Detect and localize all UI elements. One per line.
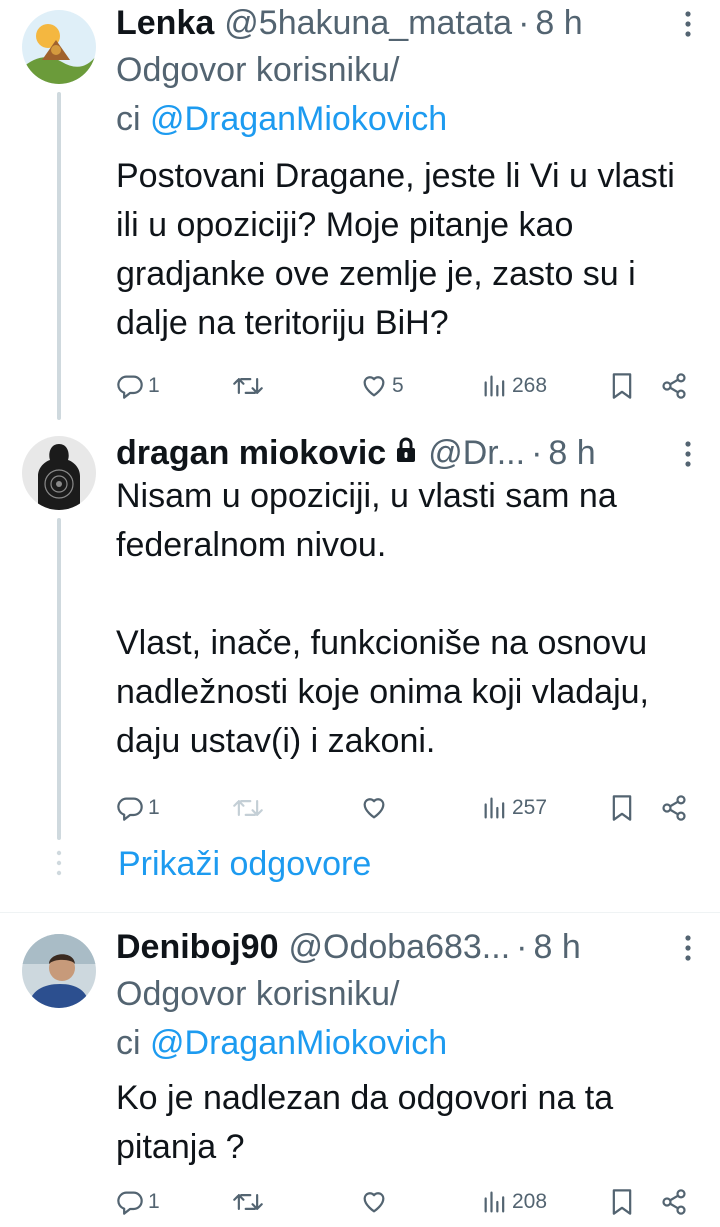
timestamp[interactable]: 8 h bbox=[548, 434, 595, 473]
views-button[interactable]: 268 bbox=[482, 368, 547, 404]
views-button[interactable]: 257 bbox=[482, 790, 547, 826]
divider bbox=[0, 912, 720, 913]
share-button[interactable] bbox=[660, 368, 688, 404]
retweet-button[interactable] bbox=[232, 790, 264, 826]
views-button[interactable]: 208 bbox=[482, 1184, 547, 1220]
share-icon bbox=[662, 373, 686, 399]
retweet-button[interactable] bbox=[232, 1184, 264, 1220]
replying-label: Odgovor korisniku/ bbox=[116, 975, 400, 1013]
like-icon bbox=[363, 1192, 385, 1213]
views-count: 257 bbox=[512, 796, 548, 819]
tweet-paragraph: Vlast, inače, funkcioniše na osnovu nadl… bbox=[116, 624, 649, 760]
avatar[interactable] bbox=[22, 436, 96, 510]
bookmark-icon bbox=[612, 373, 632, 399]
tweet-dragan[interactable]: dragan miokovic @Dr... · 8 h Nisam u opo… bbox=[0, 430, 720, 840]
bookmark-button[interactable] bbox=[610, 368, 634, 404]
tweet-deniboj[interactable]: Deniboj90 @Odoba683... · 8 h Odgovor kor… bbox=[0, 924, 720, 1227]
replying-to: Odgovor korisniku/ ci @DraganMiokovich bbox=[116, 970, 536, 1068]
more-icon[interactable] bbox=[684, 932, 692, 971]
replying-to: Odgovor korisniku/ ci @DraganMiokovich bbox=[116, 46, 536, 144]
views-icon bbox=[484, 375, 505, 397]
tweet-text: Nisam u opoziciji, u vlasti sam na feder… bbox=[116, 472, 706, 766]
share-button[interactable] bbox=[660, 790, 688, 826]
tweet-text: Postovani Dragane, jeste li Vi u vlasti … bbox=[116, 157, 675, 342]
like-button[interactable] bbox=[360, 790, 392, 826]
replying-label-2: ci bbox=[116, 100, 150, 138]
views-icon bbox=[484, 1191, 505, 1213]
tweet-lenka[interactable]: Lenka @5hakuna_matata · 8 h Odgovor kori… bbox=[0, 0, 720, 420]
replying-label-2: ci bbox=[116, 1024, 150, 1062]
author-name[interactable]: Lenka bbox=[116, 4, 214, 43]
reply-button[interactable]: 1 bbox=[116, 368, 160, 404]
reply-button[interactable]: 1 bbox=[116, 790, 160, 826]
author-handle[interactable]: @Odoba683... bbox=[288, 928, 510, 967]
retweet-icon bbox=[233, 378, 263, 394]
like-count: 5 bbox=[392, 374, 404, 397]
share-button[interactable] bbox=[660, 1184, 688, 1220]
action-bar: 1 5 268 bbox=[116, 368, 696, 404]
author-handle[interactable]: @5hakuna_matata bbox=[224, 4, 512, 43]
retweet-button[interactable] bbox=[232, 368, 264, 404]
bookmark-icon bbox=[612, 795, 632, 821]
action-bar: 1 257 bbox=[116, 790, 696, 826]
timestamp[interactable]: 8 h bbox=[535, 4, 582, 43]
more-replies-dots bbox=[56, 850, 62, 881]
separator-dot: · bbox=[516, 927, 528, 966]
retweet-icon bbox=[233, 800, 263, 816]
bookmark-button[interactable] bbox=[610, 1184, 634, 1220]
views-icon bbox=[484, 797, 505, 819]
retweet-icon bbox=[233, 1194, 263, 1210]
tweet-text: Ko je nadlezan da odgovori na ta pitanja… bbox=[116, 1079, 614, 1166]
mention-link[interactable]: @DraganMiokovich bbox=[150, 1024, 447, 1062]
reply-count: 1 bbox=[148, 374, 160, 397]
avatar[interactable] bbox=[22, 934, 96, 1008]
like-icon bbox=[363, 376, 385, 397]
lock-icon bbox=[394, 434, 418, 473]
timestamp[interactable]: 8 h bbox=[533, 928, 580, 967]
reply-count: 1 bbox=[148, 1190, 160, 1213]
separator-dot: · bbox=[518, 3, 530, 42]
reply-icon bbox=[117, 1191, 143, 1215]
show-replies-link[interactable]: Prikaži odgovore bbox=[118, 845, 371, 884]
like-button[interactable] bbox=[360, 1184, 392, 1220]
bookmark-button[interactable] bbox=[610, 790, 634, 826]
bookmark-icon bbox=[612, 1189, 632, 1215]
author-name[interactable]: dragan miokovic bbox=[116, 434, 386, 473]
mention-link[interactable]: @DraganMiokovich bbox=[150, 100, 447, 138]
reply-icon bbox=[117, 375, 143, 399]
action-bar: 1 208 bbox=[116, 1184, 696, 1220]
replying-label: Odgovor korisniku/ bbox=[116, 51, 400, 89]
views-count: 208 bbox=[512, 1190, 548, 1213]
reply-icon bbox=[117, 797, 143, 821]
author-handle[interactable]: @Dr... bbox=[428, 434, 525, 473]
more-icon[interactable] bbox=[684, 8, 692, 47]
share-icon bbox=[662, 795, 686, 821]
share-icon bbox=[662, 1189, 686, 1215]
reply-button[interactable]: 1 bbox=[116, 1184, 160, 1220]
tweet-paragraph: Nisam u opoziciji, u vlasti sam na feder… bbox=[116, 477, 617, 564]
separator-dot: · bbox=[531, 433, 543, 472]
like-button[interactable]: 5 bbox=[360, 368, 404, 404]
avatar[interactable] bbox=[22, 10, 96, 84]
reply-count: 1 bbox=[148, 796, 160, 819]
author-name[interactable]: Deniboj90 bbox=[116, 928, 278, 967]
like-icon bbox=[363, 798, 385, 819]
views-count: 268 bbox=[512, 374, 548, 397]
